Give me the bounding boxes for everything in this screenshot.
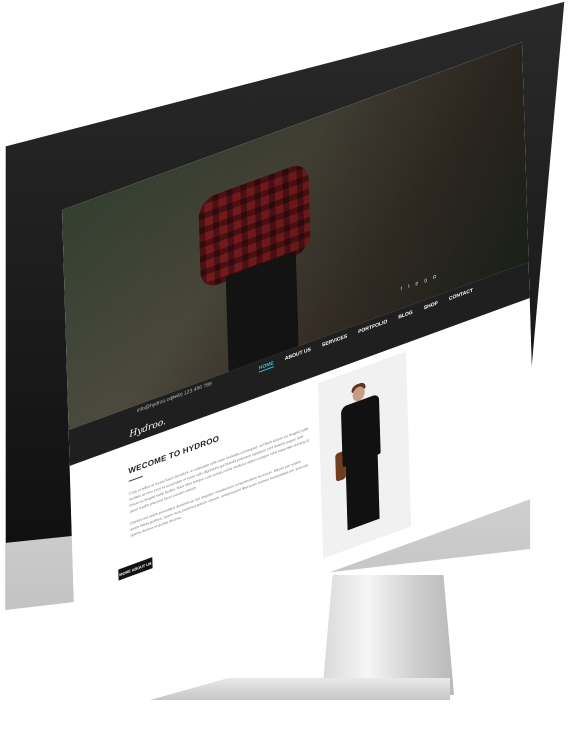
website-viewport: f t p g ◘ info@hydroo.com (+49) 123 456 … [62,42,536,666]
nav-item-contact[interactable]: CONTACT [449,287,473,303]
nav-item-blog[interactable]: BLOG [398,309,413,321]
nav-item-services[interactable]: SERVICES [322,333,347,349]
pinterest-icon[interactable]: p [415,280,418,287]
google-plus-icon[interactable]: g [424,277,427,284]
imac-stand-neck [322,575,454,695]
instagram-icon[interactable]: ◘ [433,274,436,281]
nav-item-portfolio[interactable]: PORTFOLIO [358,319,387,337]
person-photo [317,351,412,559]
imac-stand-foot [150,678,450,700]
imac-screen: f t p g ◘ info@hydroo.com (+49) 123 456 … [62,35,542,666]
nav-item-home[interactable]: HOME [258,360,274,373]
twitter-icon[interactable]: t [408,283,410,290]
nav-item-shop[interactable]: SHOP [424,300,438,312]
intro-text: Cras ut tellus at lectus fusce tincidunt… [129,425,310,539]
facebook-icon[interactable]: f [401,286,403,293]
person-legs [345,452,380,531]
nav-item-about[interactable]: ABOUT US [285,347,311,364]
more-about-us-button[interactable]: MORE ABOUT US [118,557,153,581]
title-divider [128,475,143,482]
